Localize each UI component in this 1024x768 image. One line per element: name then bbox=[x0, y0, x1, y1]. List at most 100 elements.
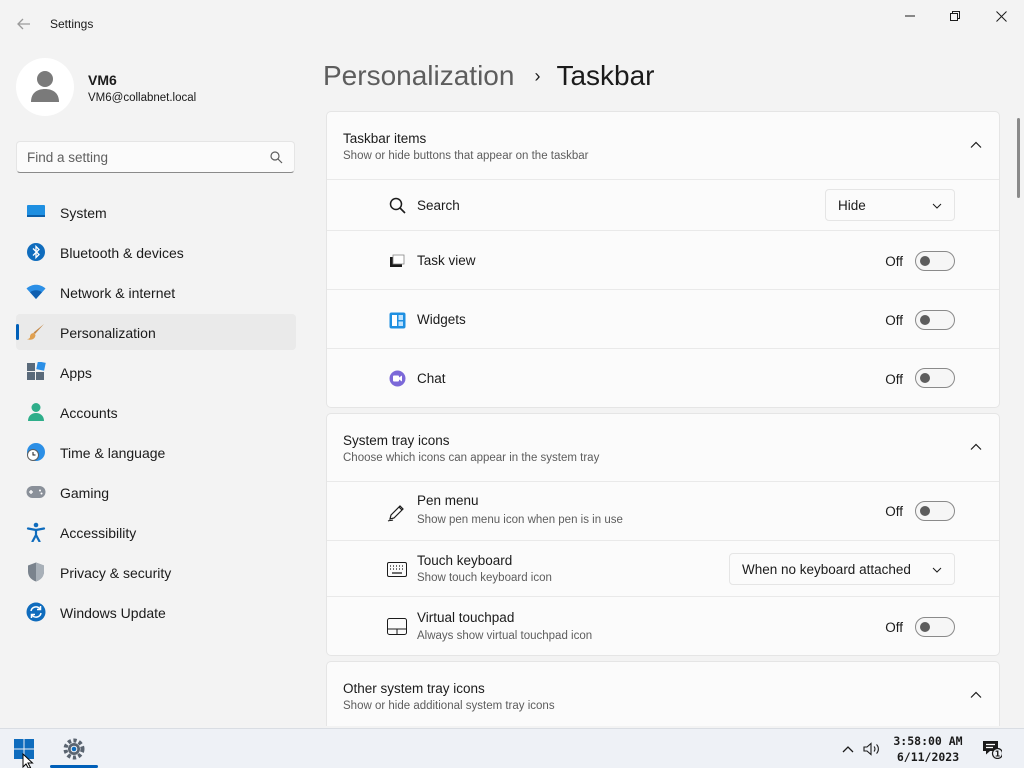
setting-row-widgets: Widgets Off bbox=[327, 290, 999, 349]
nav-label: Accessibility bbox=[60, 525, 137, 541]
chevron-up-icon[interactable] bbox=[969, 440, 983, 454]
settings-search[interactable] bbox=[16, 141, 295, 173]
nav-label: Gaming bbox=[60, 485, 110, 501]
back-button[interactable] bbox=[12, 12, 36, 36]
show-hidden-icons-button[interactable] bbox=[838, 739, 858, 759]
search-icon bbox=[387, 195, 407, 215]
nav-item-apps[interactable]: Apps bbox=[16, 354, 296, 390]
toggle-state: Off bbox=[885, 254, 903, 269]
nav-item-network[interactable]: Network & internet bbox=[16, 274, 296, 310]
task-view-toggle[interactable] bbox=[915, 251, 955, 271]
maximize-button[interactable] bbox=[932, 4, 978, 28]
gamepad-icon bbox=[26, 482, 46, 502]
nav-item-gaming[interactable]: Gaming bbox=[16, 474, 296, 510]
nav-label: System bbox=[60, 205, 107, 221]
minimize-icon bbox=[905, 15, 915, 17]
chevron-up-icon[interactable] bbox=[969, 688, 983, 702]
user-email: VM6@collabnet.local bbox=[88, 92, 197, 104]
group-header[interactable]: Other system tray icons Show or hide add… bbox=[327, 662, 999, 726]
breadcrumb-parent[interactable]: Personalization bbox=[323, 60, 514, 92]
group-description: Show or hide additional system tray icon… bbox=[343, 700, 555, 712]
notifications-button[interactable]: 1 bbox=[982, 739, 1002, 759]
brush-icon bbox=[26, 322, 46, 342]
pen-icon bbox=[387, 502, 407, 522]
search-dropdown[interactable]: Hide bbox=[825, 189, 955, 221]
chevron-up-icon[interactable] bbox=[969, 138, 983, 152]
widgets-toggle[interactable] bbox=[915, 310, 955, 330]
search-icon[interactable] bbox=[270, 151, 283, 164]
title-bar: Settings bbox=[0, 0, 1024, 48]
setting-row-search: Search Hide bbox=[327, 180, 999, 231]
notification-icon: 1 bbox=[983, 741, 1002, 759]
touch-keyboard-dropdown[interactable]: When no keyboard attached bbox=[729, 553, 955, 585]
setting-row-pen-menu: Pen menu Show pen menu icon when pen is … bbox=[327, 482, 999, 541]
setting-label: Chat bbox=[417, 371, 446, 386]
toggle-state: Off bbox=[885, 372, 903, 387]
group-title: Other system tray icons bbox=[343, 681, 485, 696]
nav-item-system[interactable]: System bbox=[16, 194, 296, 230]
app-title: Settings bbox=[50, 17, 94, 31]
nav-item-privacy[interactable]: Privacy & security bbox=[16, 554, 296, 590]
system-tray-icons-group: System tray icons Choose which icons can… bbox=[326, 413, 1000, 656]
settings-content: Taskbar items Show or hide buttons that … bbox=[326, 111, 1000, 726]
taskbar-settings-app[interactable] bbox=[50, 729, 98, 768]
group-header[interactable]: Taskbar items Show or hide buttons that … bbox=[327, 112, 999, 180]
setting-row-touch-keyboard: Touch keyboard Show touch keyboard icon … bbox=[327, 541, 999, 597]
mouse-cursor-icon bbox=[22, 753, 34, 768]
shield-icon bbox=[26, 562, 46, 582]
nav-item-accessibility[interactable]: Accessibility bbox=[16, 514, 296, 550]
chevron-down-icon bbox=[932, 567, 942, 573]
nav-label: Accounts bbox=[60, 405, 118, 421]
chat-toggle[interactable] bbox=[915, 368, 955, 388]
other-system-tray-icons-group: Other system tray icons Show or hide add… bbox=[326, 661, 1000, 726]
clock-time: 3:58:00 AM bbox=[893, 734, 963, 748]
pen-menu-toggle[interactable] bbox=[915, 501, 955, 521]
close-button[interactable] bbox=[978, 4, 1024, 28]
volume-button[interactable] bbox=[862, 739, 882, 759]
toggle-state: Off bbox=[885, 313, 903, 328]
search-input[interactable] bbox=[17, 142, 294, 172]
toggle-state: Off bbox=[885, 620, 903, 635]
system-icon bbox=[26, 202, 46, 222]
setting-label: Pen menu bbox=[417, 493, 479, 508]
globe-clock-icon bbox=[26, 442, 46, 462]
person-icon bbox=[31, 71, 59, 102]
nav-item-personalization[interactable]: Personalization bbox=[16, 314, 296, 350]
update-icon bbox=[26, 602, 46, 622]
content-scrollbar[interactable] bbox=[1017, 118, 1020, 198]
taskbar-clock[interactable]: 3:58:00 AM 6/11/2023 bbox=[890, 733, 966, 765]
nav-item-windows-update[interactable]: Windows Update bbox=[16, 594, 296, 630]
breadcrumb: Personalization › Taskbar bbox=[323, 58, 655, 94]
clock-date: 6/11/2023 bbox=[896, 750, 960, 764]
nav-item-bluetooth[interactable]: Bluetooth & devices bbox=[16, 234, 296, 270]
setting-label: Widgets bbox=[417, 312, 466, 327]
speaker-icon bbox=[863, 742, 879, 756]
setting-description: Show pen menu icon when pen is in use bbox=[417, 514, 623, 526]
group-header[interactable]: System tray icons Choose which icons can… bbox=[327, 414, 999, 482]
touchpad-icon bbox=[387, 616, 407, 636]
accounts-icon bbox=[26, 402, 46, 422]
group-description: Show or hide buttons that appear on the … bbox=[343, 150, 589, 162]
setting-row-chat: Chat Off bbox=[327, 349, 999, 407]
task-view-icon bbox=[387, 251, 407, 271]
notification-count: 1 bbox=[995, 750, 1001, 759]
setting-row-task-view: Task view Off bbox=[327, 231, 999, 290]
user-profile[interactable]: VM6 VM6@collabnet.local bbox=[16, 58, 296, 118]
group-title: Taskbar items bbox=[343, 131, 427, 146]
bluetooth-icon bbox=[26, 242, 46, 262]
nav-item-accounts[interactable]: Accounts bbox=[16, 394, 296, 430]
sidebar-nav: System Bluetooth & devices Network & int… bbox=[16, 194, 296, 634]
group-description: Choose which icons can appear in the sys… bbox=[343, 452, 600, 464]
virtual-touchpad-toggle[interactable] bbox=[915, 617, 955, 637]
chat-icon bbox=[387, 368, 407, 388]
page-title: Taskbar bbox=[556, 60, 655, 91]
minimize-button[interactable] bbox=[887, 4, 933, 28]
nav-label: Personalization bbox=[60, 325, 156, 341]
user-name: VM6 bbox=[88, 72, 117, 88]
nav-item-time-language[interactable]: Time & language bbox=[16, 434, 296, 470]
avatar bbox=[16, 58, 74, 116]
restore-icon bbox=[950, 11, 960, 21]
chevron-up-icon bbox=[842, 746, 854, 753]
settings-gear-icon bbox=[63, 738, 85, 760]
nav-label: Windows Update bbox=[60, 605, 166, 621]
